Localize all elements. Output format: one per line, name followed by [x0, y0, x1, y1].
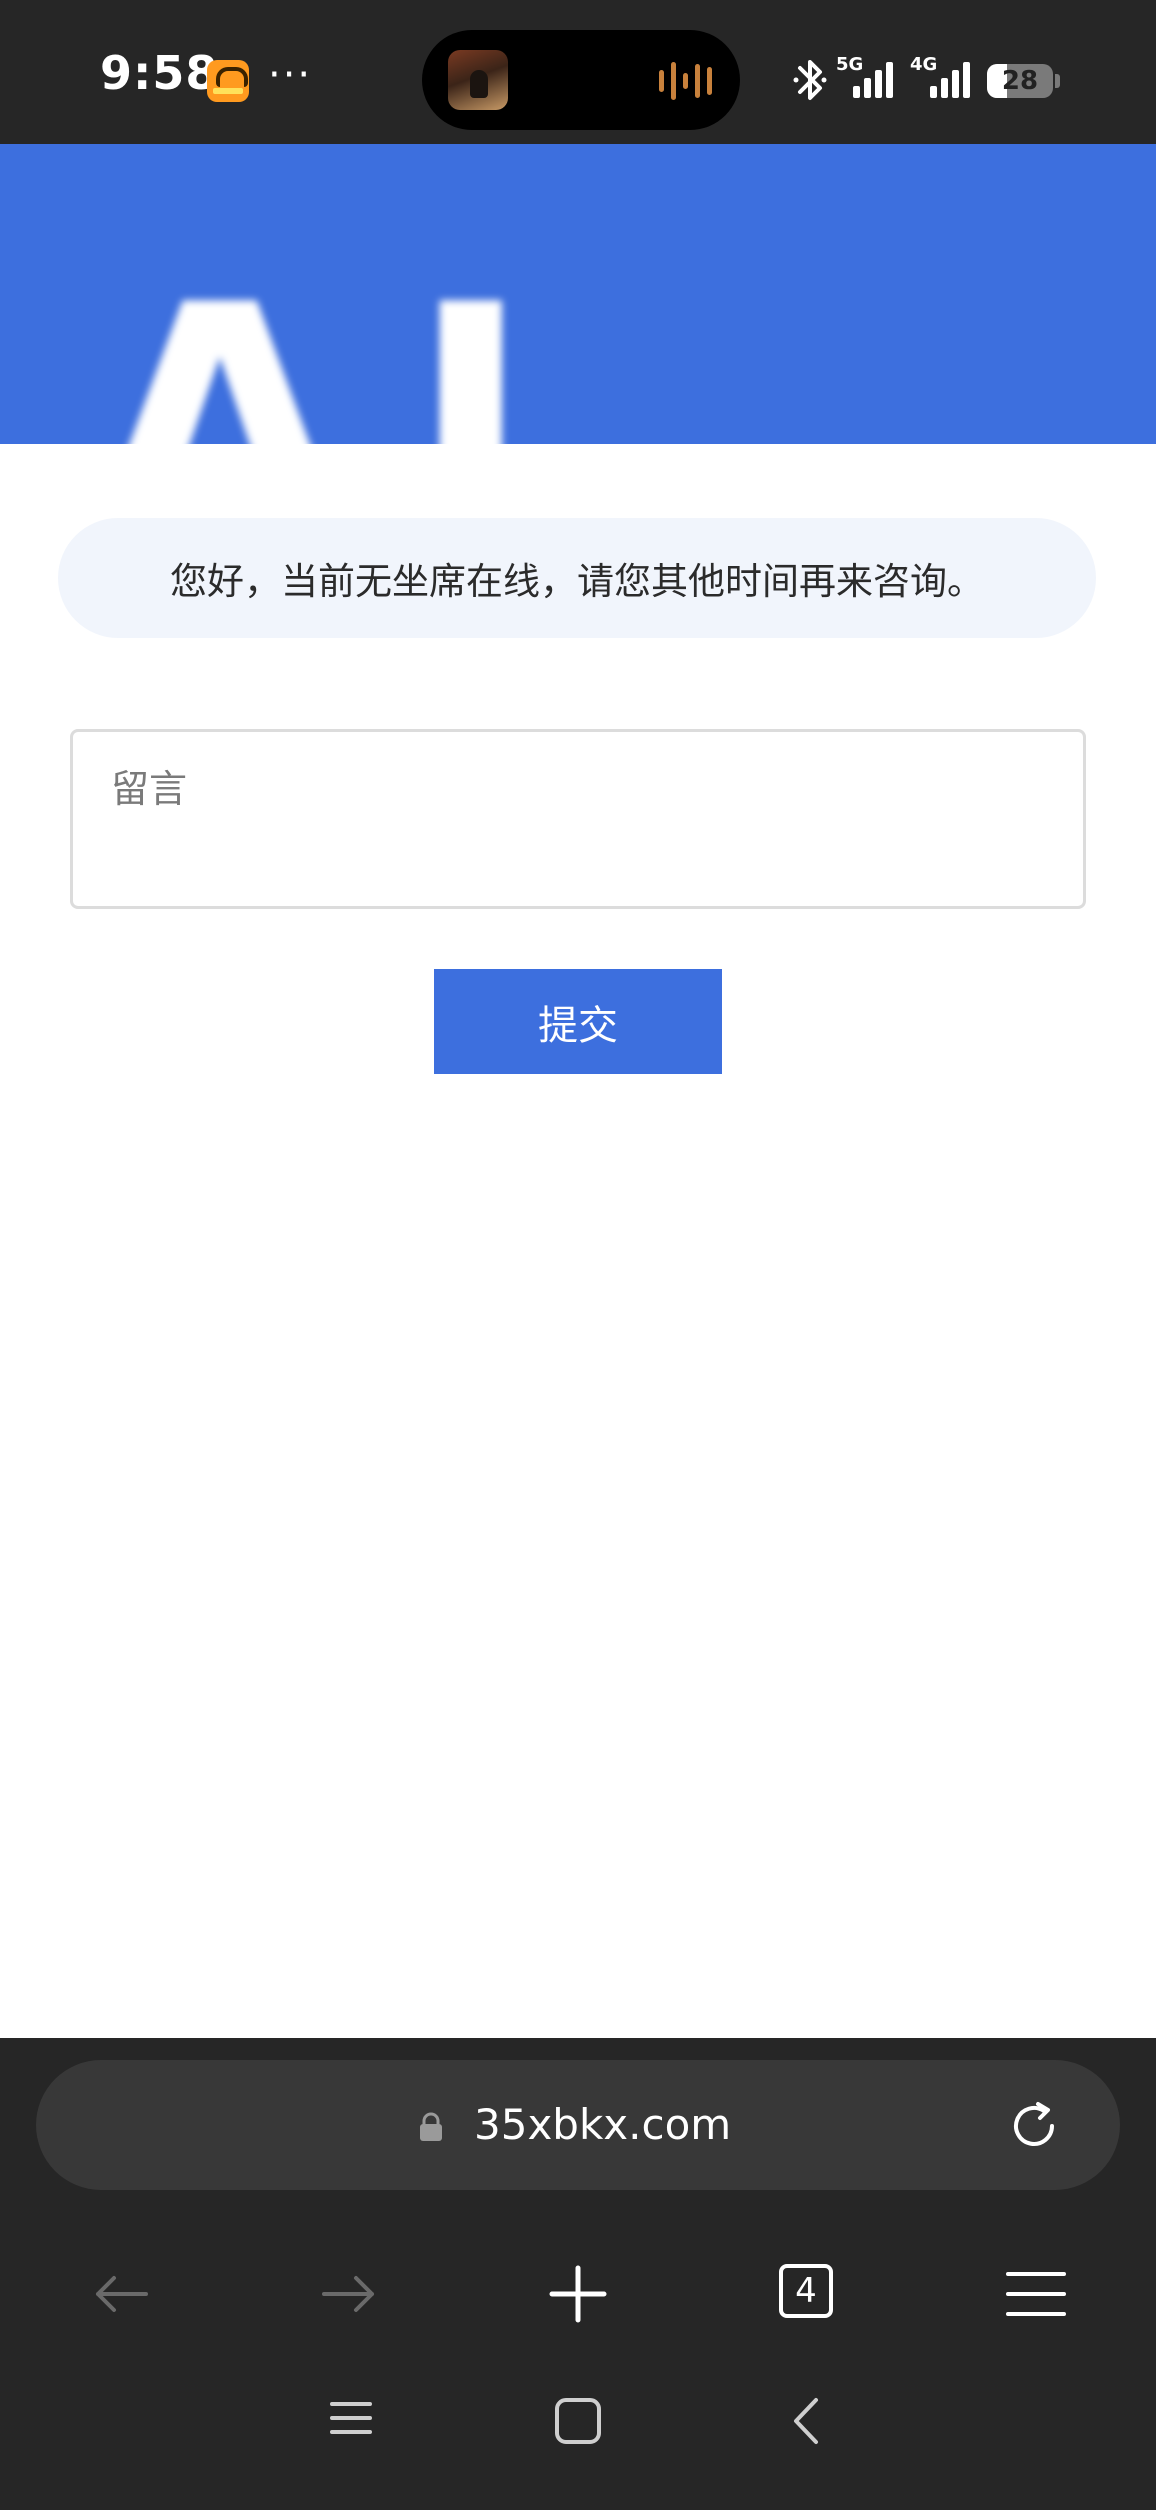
reload-icon[interactable] — [1004, 2096, 1064, 2156]
page: 9:58 ··· 5G 4G 28 AI 您好，当前无坐席在线，请您其他时间再来… — [0, 0, 1156, 2510]
address-bar[interactable]: 35xbkx.com — [36, 2060, 1120, 2190]
banner: AI — [0, 144, 1156, 444]
submit-button[interactable]: 提交 — [434, 969, 722, 1074]
signal-icon — [930, 60, 970, 98]
music-art-icon — [448, 50, 508, 110]
more-notifications-icon: ··· — [268, 52, 313, 98]
ai-logo: AI — [92, 235, 595, 444]
message-input[interactable] — [70, 729, 1086, 909]
bluetooth-icon — [793, 60, 827, 100]
app-badge-icon — [207, 60, 249, 102]
new-tab-plus-icon[interactable] — [540, 2256, 616, 2332]
status-time: 9:58 — [100, 46, 219, 100]
home-icon[interactable] — [553, 2396, 603, 2446]
forward-arrow-icon[interactable] — [310, 2256, 386, 2332]
battery-level: 28 — [1001, 66, 1039, 96]
lock-icon — [420, 2112, 442, 2141]
tabs-count-icon[interactable]: 4 — [779, 2264, 833, 2318]
recents-icon[interactable] — [328, 2396, 374, 2440]
status-bar: 9:58 ··· 5G 4G 28 — [0, 0, 1156, 144]
offline-notice: 您好，当前无坐席在线，请您其他时间再来咨询。 — [58, 518, 1096, 638]
audio-wave-icon — [659, 62, 712, 100]
signal-icon — [853, 60, 893, 98]
back-chevron-icon[interactable] — [786, 2396, 826, 2446]
url-text: 35xbkx.com — [474, 2100, 732, 2149]
dynamic-island[interactable] — [422, 30, 740, 130]
back-arrow-icon[interactable] — [84, 2256, 160, 2332]
menu-hamburger-icon[interactable] — [998, 2256, 1074, 2332]
battery-icon: 28 — [987, 64, 1053, 98]
